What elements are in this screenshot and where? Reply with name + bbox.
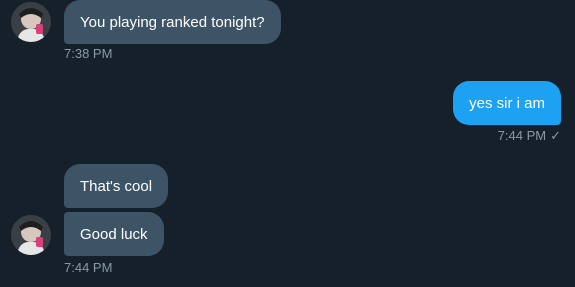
message-timestamp: 7:44 PM: [64, 260, 113, 275]
message-meta: 7:44 PM ✓: [498, 128, 561, 144]
user-avatar-icon: [11, 2, 51, 42]
message-bubble[interactable]: You playing ranked tonight?: [64, 0, 281, 44]
conversation-view: You playing ranked tonight? 7:38 PM yes …: [0, 0, 575, 287]
message-timestamp: 7:44 PM: [497, 128, 547, 143]
message-bubble[interactable]: Good luck: [64, 212, 164, 256]
sender-avatar[interactable]: [11, 2, 51, 42]
user-avatar-icon: [11, 215, 51, 255]
checkmark-icon: ✓: [550, 128, 561, 143]
sender-avatar[interactable]: [11, 215, 51, 255]
message-bubble[interactable]: That's cool: [64, 164, 169, 208]
message-timestamp: 7:38 PM: [64, 46, 113, 61]
message-bubble[interactable]: yes sir i am: [453, 81, 561, 125]
